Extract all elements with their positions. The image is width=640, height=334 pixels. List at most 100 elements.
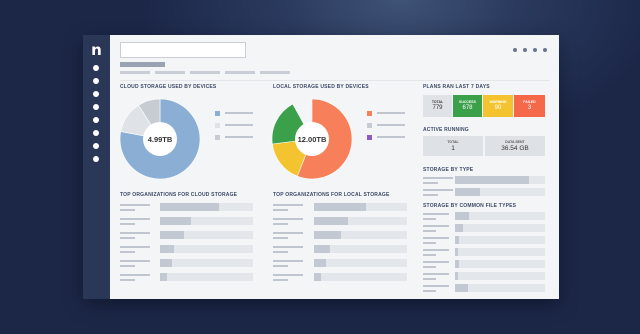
local-legend-label-3: [377, 136, 405, 138]
row-label: [423, 273, 449, 275]
row-label: [120, 246, 150, 248]
top-orgs-local-title: TOP ORGANIZATIONS FOR LOCAL STORAGE: [273, 192, 390, 198]
bar-fill: [455, 224, 464, 232]
local-legend-swatch-1: [367, 111, 372, 116]
row-label: [423, 189, 453, 191]
bar-track: [455, 224, 545, 232]
row-sublabel: [120, 251, 135, 253]
local-legend-swatch-2: [367, 123, 372, 128]
sidebar-item-7[interactable]: [93, 143, 99, 149]
tab-2[interactable]: [155, 71, 185, 74]
plan-warning-tile[interactable]: WARNING 90: [483, 95, 513, 117]
sidebar-item-4[interactable]: [93, 104, 99, 110]
row-label: [423, 177, 453, 179]
sidebar-item-1[interactable]: [93, 65, 99, 71]
row-sublabel: [273, 279, 288, 281]
top-orgs-cloud-title: TOP ORGANIZATIONS FOR CLOUD STORAGE: [120, 192, 238, 198]
bar-track: [314, 231, 407, 239]
more-menu-dot[interactable]: [523, 48, 527, 52]
bar-track: [160, 259, 253, 267]
sidebar-item-6[interactable]: [93, 130, 99, 136]
app-logo[interactable]: n: [89, 42, 104, 58]
bar-fill: [314, 245, 330, 253]
row-sublabel: [120, 223, 135, 225]
storage-file-types-title: STORAGE BY COMMON FILE TYPES: [423, 203, 517, 209]
bar-fill: [455, 236, 459, 244]
bar-track: [455, 236, 545, 244]
plan-total-tile[interactable]: TOTAL 779: [423, 95, 452, 117]
row-label: [120, 204, 150, 206]
local-legend-label-1: [377, 112, 405, 114]
row-sublabel: [423, 242, 436, 244]
row-label: [423, 285, 449, 287]
sidebar-item-5[interactable]: [93, 117, 99, 123]
bar-fill: [160, 259, 173, 267]
sidebar: n: [83, 35, 110, 299]
cloud-storage-total: 4.99TB: [147, 135, 173, 144]
tab-3[interactable]: [190, 71, 220, 74]
bar-track: [314, 203, 407, 211]
row-label: [273, 260, 303, 262]
sidebar-item-2[interactable]: [93, 78, 99, 84]
bar-track: [314, 273, 407, 281]
cloud-legend-swatch-3: [215, 135, 220, 140]
cloud-legend-label-3: [225, 136, 253, 138]
bar-track: [314, 245, 407, 253]
more-menu-dot[interactable]: [533, 48, 537, 52]
tab-1[interactable]: [120, 71, 150, 74]
row-sublabel: [120, 237, 135, 239]
plan-success-tile[interactable]: SUCCESS 678: [453, 95, 482, 117]
bar-fill: [160, 245, 174, 253]
plan-warning-value: 90: [494, 105, 502, 111]
active-total-value: 1: [451, 145, 455, 152]
search-input[interactable]: [120, 42, 246, 58]
tab-4[interactable]: [225, 71, 255, 74]
row-label: [273, 218, 303, 220]
active-total-label: TOTAL: [447, 140, 459, 144]
more-menu-dot[interactable]: [513, 48, 517, 52]
bar-fill: [455, 260, 459, 268]
bar-track: [160, 217, 253, 225]
plan-failed-tile[interactable]: FAILED 3: [514, 95, 545, 117]
more-menu-dot[interactable]: [543, 48, 547, 52]
row-label: [423, 225, 449, 227]
bar-track: [455, 188, 545, 196]
plan-success-label: SUCCESS: [459, 100, 476, 104]
row-sublabel: [423, 218, 436, 220]
bar-track: [455, 248, 545, 256]
cloud-legend-swatch-1: [215, 111, 220, 116]
bar-track: [314, 259, 407, 267]
plan-failed-value: 3: [527, 105, 532, 111]
bar-fill: [160, 231, 185, 239]
bar-track: [455, 212, 545, 220]
row-label: [273, 274, 303, 276]
bar-fill: [314, 259, 327, 267]
sidebar-item-8[interactable]: [93, 156, 99, 162]
row-sublabel: [423, 194, 438, 196]
local-storage-total: 12.00TB: [297, 135, 327, 144]
page-title-placeholder: [120, 62, 165, 67]
local-legend-label-2: [377, 124, 405, 126]
active-total-tile: TOTAL 1: [423, 136, 483, 156]
storage-type-title: STORAGE BY TYPE: [423, 167, 474, 173]
tab-5[interactable]: [260, 71, 290, 74]
plans-title: PLANS RAN LAST 7 DAYS: [423, 84, 490, 90]
bar-fill: [314, 217, 349, 225]
row-label: [120, 218, 150, 220]
bar-fill: [160, 273, 168, 281]
bar-track: [160, 245, 253, 253]
plan-success-value: 678: [462, 105, 473, 111]
plan-failed-label: FAILED: [523, 100, 536, 104]
plan-total-value: 779: [432, 105, 443, 111]
divider: [120, 80, 550, 81]
sidebar-item-3[interactable]: [93, 91, 99, 97]
cloud-legend-swatch-2: [215, 123, 220, 128]
bar-track: [314, 217, 407, 225]
row-label: [273, 232, 303, 234]
row-label: [120, 232, 150, 234]
bar-track: [455, 272, 545, 280]
active-data-sent-tile: DATA SENT 36.54 GB: [485, 136, 545, 156]
row-sublabel: [120, 279, 135, 281]
bar-fill: [314, 273, 322, 281]
row-sublabel: [273, 265, 288, 267]
